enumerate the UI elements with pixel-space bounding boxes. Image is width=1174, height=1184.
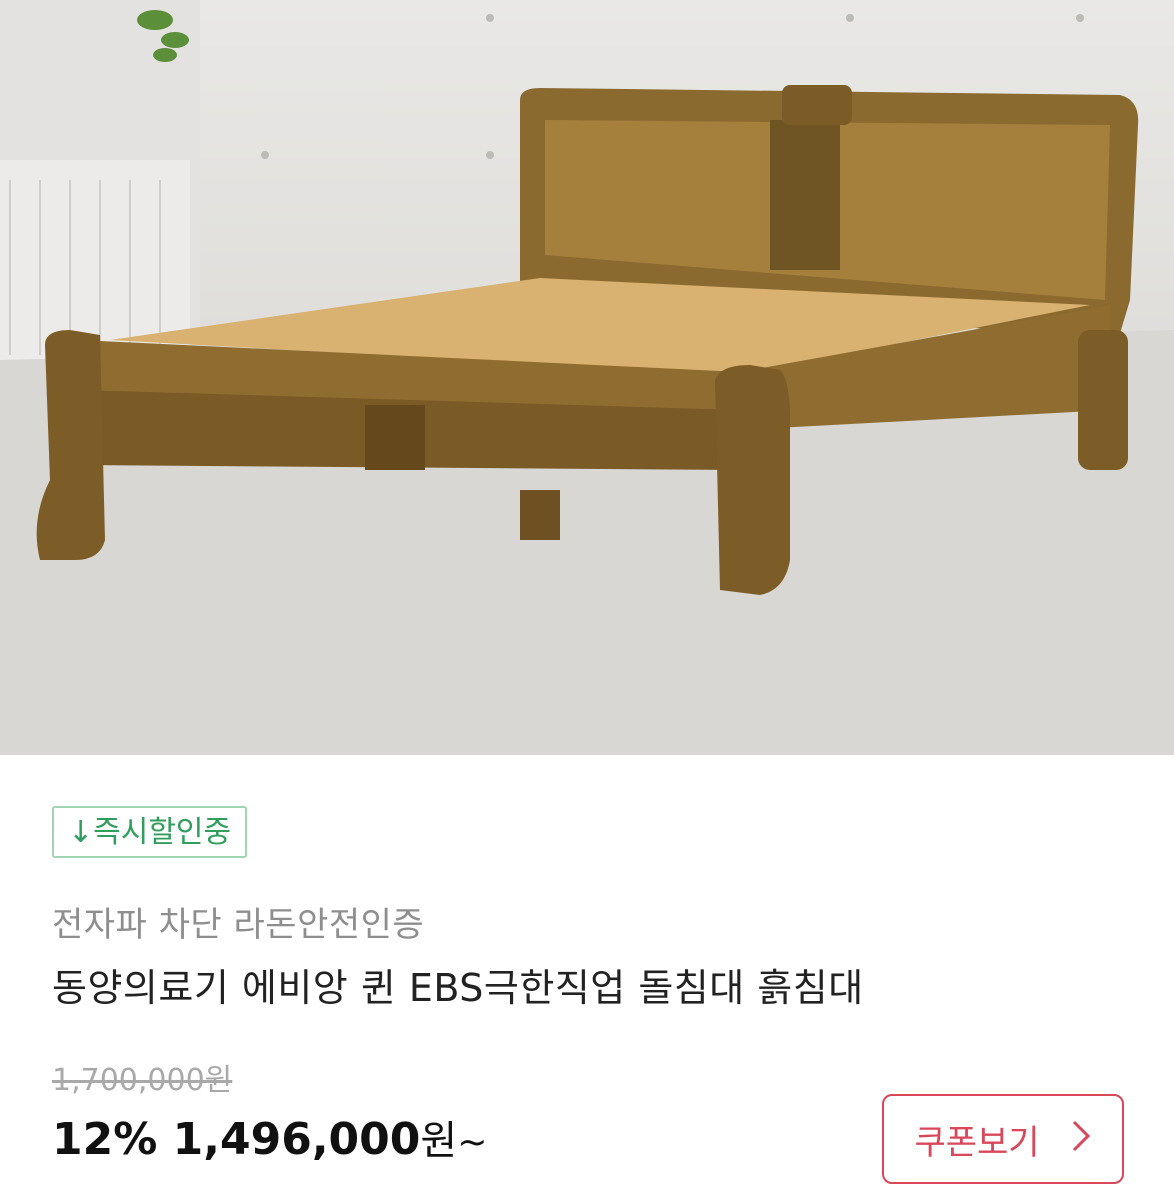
price-unit: 원	[420, 1118, 458, 1164]
product-image[interactable]	[0, 0, 1174, 755]
product-title[interactable]: 동양의료기 에비앙 퀸 EBS극한직업 돌침대 흙침대	[52, 957, 864, 1012]
sale-price-row: 12% 1,496,000원~	[52, 1108, 487, 1166]
sale-price: 1,496,000	[172, 1114, 421, 1165]
bed-photo	[0, 0, 1174, 755]
discount-percent: 12%	[52, 1114, 158, 1165]
chevron-right-icon	[1070, 1119, 1092, 1159]
coupon-label: 쿠폰보기	[914, 1122, 1040, 1163]
instant-discount-badge: ↓즉시할인중	[52, 806, 248, 858]
price-suffix: ~	[457, 1122, 488, 1163]
product-subtitle: 전자파 차단 라돈안전인증	[52, 905, 425, 945]
original-price: 1,700,000원	[52, 1063, 233, 1098]
view-coupon-button[interactable]: 쿠폰보기	[882, 1094, 1124, 1184]
